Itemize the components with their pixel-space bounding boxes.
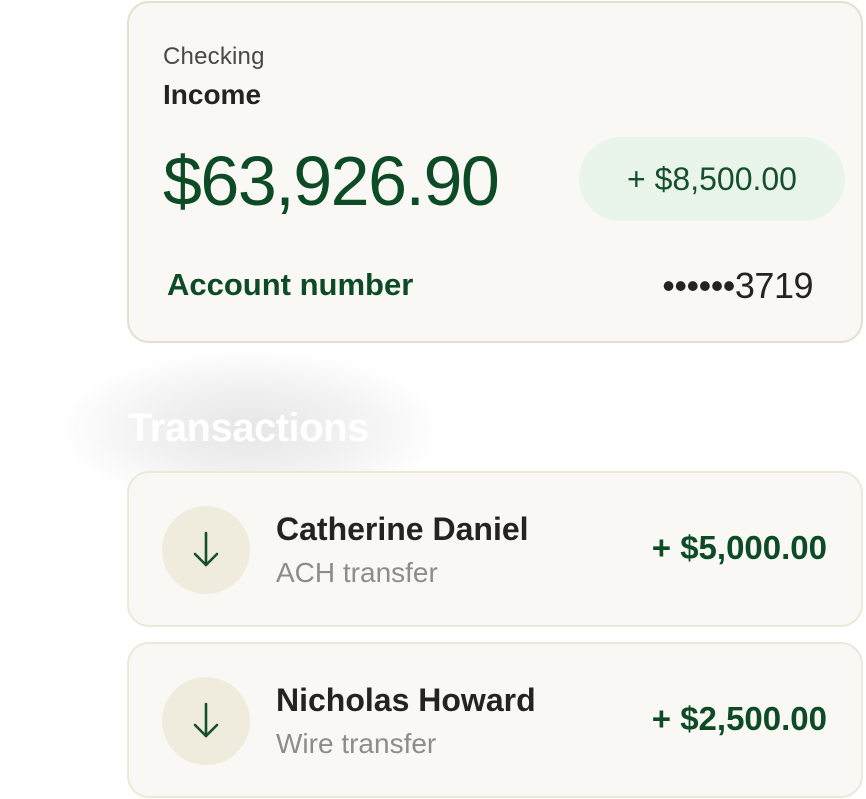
stage: Checking Income $63,926.90 + $8,500.00 A… [0, 0, 866, 799]
transaction-row[interactable]: Nicholas Howard Wire transfer + $2,500.0… [127, 642, 863, 798]
transaction-icon-circle [162, 506, 250, 594]
recent-change-badge: + $8,500.00 [579, 137, 845, 221]
account-number-label: Account number [167, 267, 414, 302]
transaction-icon-circle [162, 677, 250, 765]
transaction-method: ACH transfer [276, 557, 438, 588]
transaction-name: Nicholas Howard [276, 682, 536, 718]
account-name: Income [163, 79, 262, 110]
transaction-row[interactable]: Catherine Daniel ACH transfer + $5,000.0… [127, 471, 863, 627]
account-card[interactable]: Checking Income $63,926.90 + $8,500.00 A… [127, 1, 863, 343]
account-balance: $63,926.90 [163, 142, 500, 220]
account-type: Checking [163, 43, 265, 70]
arrow-down-icon [193, 531, 219, 567]
transaction-method: Wire transfer [276, 728, 437, 759]
transaction-name: Catherine Daniel [276, 511, 529, 547]
arrow-down-icon [193, 702, 219, 738]
transaction-amount: + $5,000.00 [651, 529, 827, 566]
transactions-heading: Transactions [128, 406, 369, 450]
account-number-value: ••••••3719 [662, 265, 813, 306]
transaction-amount: + $2,500.00 [651, 700, 827, 737]
